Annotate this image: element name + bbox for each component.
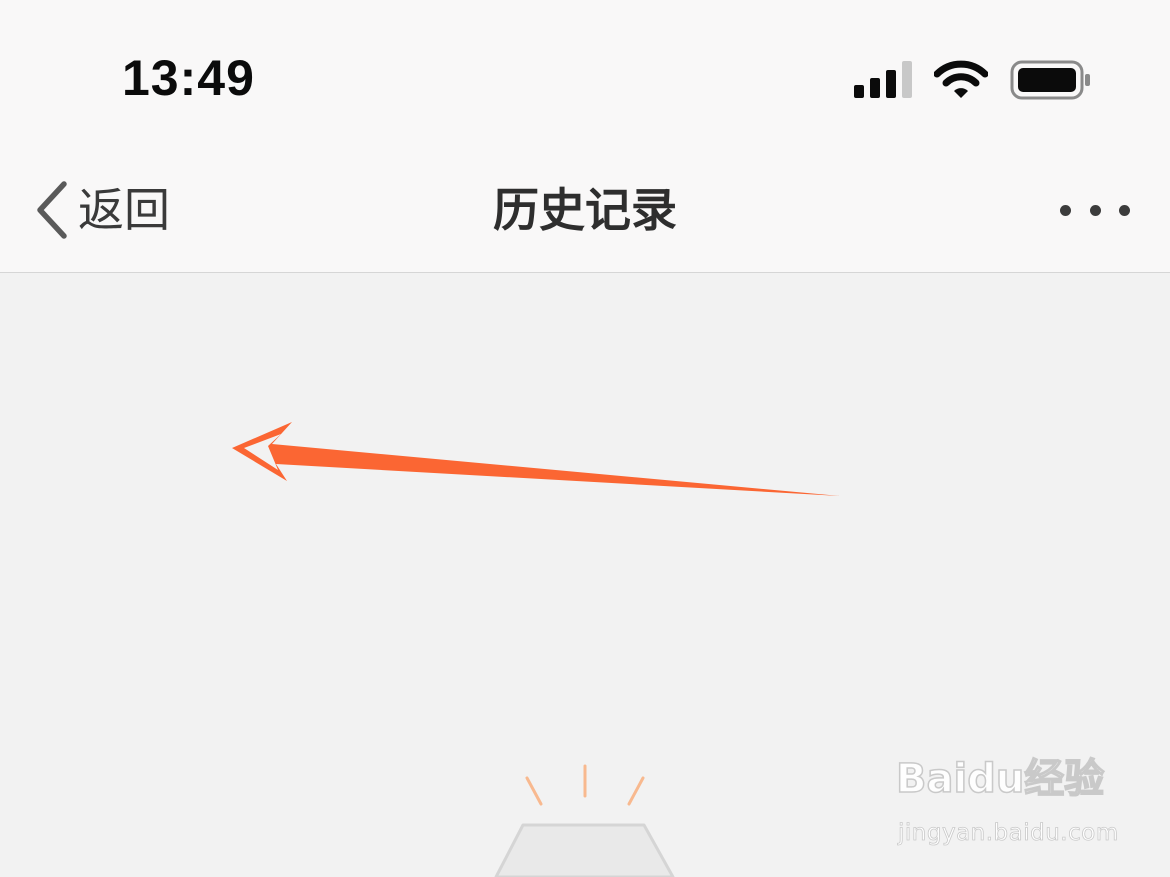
navigation-bar: 返回 历史记录: [0, 150, 1170, 273]
signal-icon: [854, 60, 912, 98]
watermark: Baidu经验 jingyan.baidu.com: [895, 754, 1119, 874]
history-screen: 13:49 返回 历史记录 Baidu经验 jingyan.baidu.com: [0, 0, 1170, 877]
more-dots-icon: [1060, 204, 1071, 216]
status-bar: 13:49: [0, 0, 1170, 150]
page-title: 历史记录: [493, 183, 677, 237]
watermark-brand: Baidu经验: [895, 755, 1105, 803]
battery-icon: [1010, 60, 1090, 100]
content-area: Baidu经验 jingyan.baidu.com: [0, 274, 1170, 877]
status-time: 13:49: [122, 50, 255, 106]
watermark-url: jingyan.baidu.com: [898, 820, 1119, 847]
more-button[interactable]: [1060, 198, 1130, 222]
wifi-icon: [934, 60, 988, 98]
status-icons: [854, 56, 1092, 100]
